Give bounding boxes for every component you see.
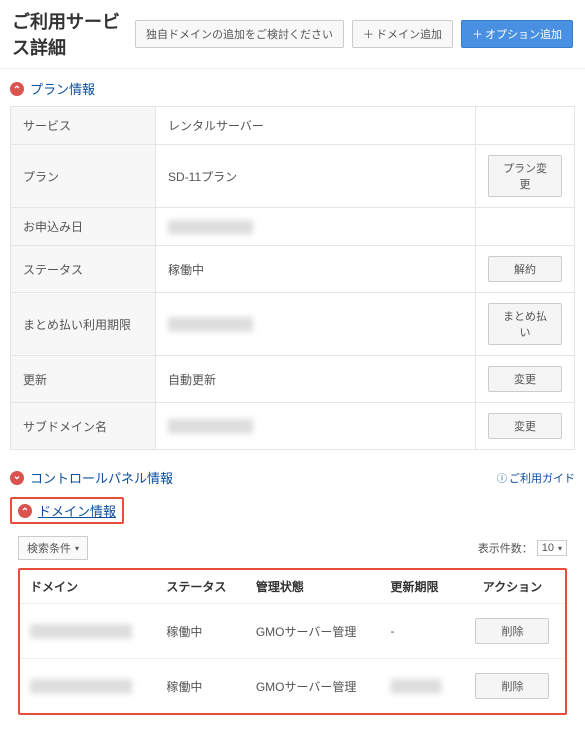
domain-section-title[interactable]: ドメイン情報	[38, 501, 116, 520]
plan-row: プランSD-11プランプラン変更	[11, 145, 575, 208]
plan-row-action-cell	[476, 208, 575, 246]
plan-row: 更新自動更新変更	[11, 356, 575, 403]
plan-row-label: サービス	[11, 107, 156, 145]
add-domain-label: ドメイン追加	[376, 29, 442, 41]
col-status: ステータス	[156, 570, 245, 604]
table-row: ████████████稼働中GMOサーバー管理-削除	[20, 604, 565, 659]
table-row: ████████████稼働中GMOサーバー管理██████ 削除	[20, 659, 565, 714]
plan-row-label: まとめ払い利用期限	[11, 293, 156, 356]
add-option-label: オプション追加	[485, 29, 562, 41]
plan-row-action-cell	[476, 107, 575, 145]
expire-cell: ██████	[381, 659, 460, 714]
plan-row-value: SD-11プラン	[156, 145, 476, 208]
plan-row-label: 更新	[11, 356, 156, 403]
domain-cell: ████████████	[20, 659, 156, 714]
plan-action-button[interactable]: 解約	[488, 256, 562, 282]
plan-row: サービスレンタルサーバー	[11, 107, 575, 145]
plan-row: サブドメイン名██████████ 変更	[11, 403, 575, 450]
plan-row-label: お申込み日	[11, 208, 156, 246]
domain-cell: ████████████	[20, 604, 156, 659]
plan-row-action-cell: 変更	[476, 356, 575, 403]
plus-icon	[472, 29, 485, 41]
plan-row-action-cell: プラン変更	[476, 145, 575, 208]
usage-guide-link[interactable]: ご利用ガイド	[497, 470, 575, 486]
plan-row-label: ステータス	[11, 246, 156, 293]
plan-row-action-cell: 変更	[476, 403, 575, 450]
plan-row-label: サブドメイン名	[11, 403, 156, 450]
page-title: ご利用サービス詳細	[12, 8, 127, 60]
plan-row: お申込み日██████████	[11, 208, 575, 246]
search-conditions-button[interactable]: 検索条件	[18, 536, 88, 560]
col-expire: 更新期限	[381, 570, 460, 604]
delete-button[interactable]: 削除	[475, 618, 549, 644]
cp-section-title: コントロールパネル情報	[30, 468, 173, 487]
mgmt-cell: GMOサーバー管理	[246, 604, 381, 659]
plan-action-button[interactable]: 変更	[488, 366, 562, 392]
plan-row: ステータス稼働中解約	[11, 246, 575, 293]
action-cell: 削除	[460, 604, 565, 659]
plan-row-value: ██████████	[156, 403, 476, 450]
chevron-up-icon[interactable]	[10, 82, 24, 96]
plan-action-button[interactable]: 変更	[488, 413, 562, 439]
plan-row-value: ██████████	[156, 208, 476, 246]
domain-table: ドメイン ステータス 管理状態 更新期限 アクション ████████████稼…	[20, 570, 565, 713]
plan-row-action-cell: 解約	[476, 246, 575, 293]
plus-icon	[363, 29, 376, 41]
plan-action-button[interactable]: まとめ払い	[488, 303, 562, 345]
suggest-domain-button[interactable]: 独自ドメインの追加をご検討ください	[135, 20, 344, 48]
col-mgmt: 管理状態	[246, 570, 381, 604]
col-domain: ドメイン	[20, 570, 156, 604]
delete-button[interactable]: 削除	[475, 673, 549, 699]
plan-row-value: レンタルサーバー	[156, 107, 476, 145]
plan-section-title: プラン情報	[30, 79, 95, 98]
plan-row-label: プラン	[11, 145, 156, 208]
col-action: アクション	[460, 570, 565, 604]
chevron-down-icon[interactable]	[10, 471, 24, 485]
plan-row-value: ██████████	[156, 293, 476, 356]
add-domain-button[interactable]: ドメイン追加	[352, 20, 453, 48]
plan-row-action-cell: まとめ払い	[476, 293, 575, 356]
display-count-label: 表示件数：	[478, 540, 533, 556]
plan-action-button[interactable]: プラン変更	[488, 155, 562, 197]
plan-row: まとめ払い利用期限██████████ まとめ払い	[11, 293, 575, 356]
expire-cell: -	[381, 604, 460, 659]
add-option-button[interactable]: オプション追加	[461, 20, 573, 48]
status-cell: 稼働中	[156, 659, 245, 714]
chevron-up-icon[interactable]	[18, 504, 32, 518]
action-cell: 削除	[460, 659, 565, 714]
plan-row-value: 自動更新	[156, 356, 476, 403]
display-count-select[interactable]: 10	[537, 540, 567, 556]
mgmt-cell: GMOサーバー管理	[246, 659, 381, 714]
status-cell: 稼働中	[156, 604, 245, 659]
plan-info-table: サービスレンタルサーバープランSD-11プランプラン変更お申込み日███████…	[10, 106, 575, 450]
plan-row-value: 稼働中	[156, 246, 476, 293]
